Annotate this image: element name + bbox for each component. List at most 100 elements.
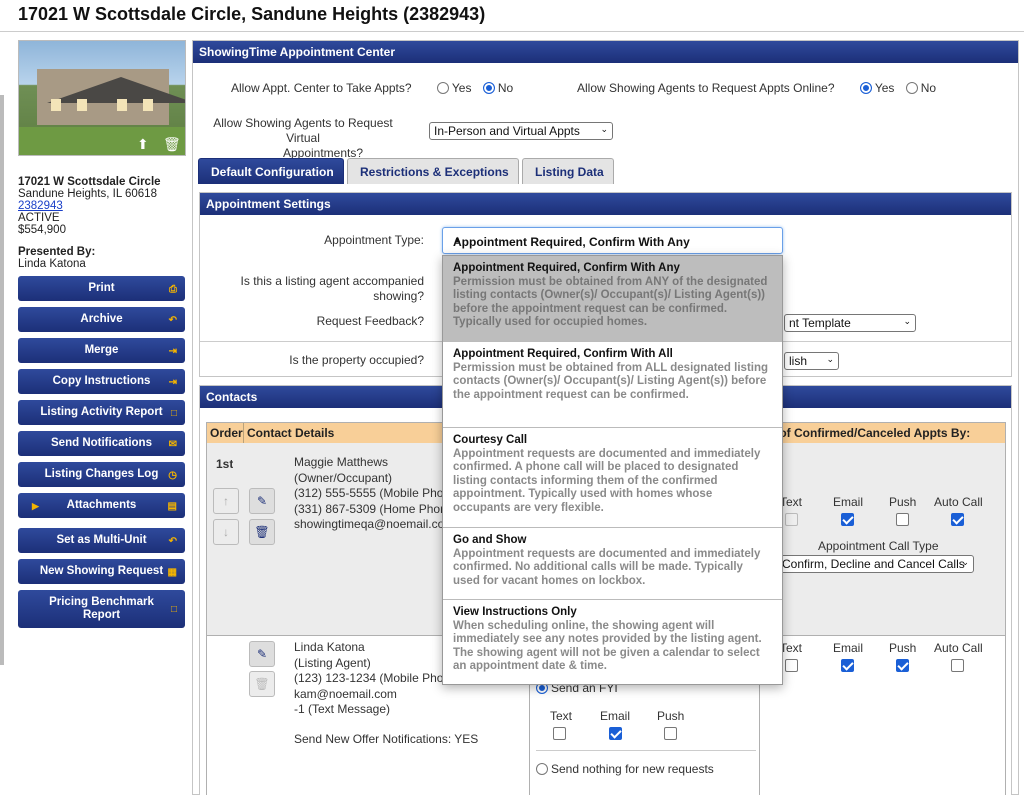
fyi-email-checkbox[interactable] (609, 727, 622, 740)
allow-center-row: Allow Appt. Center to Take Appts? Yes No (231, 81, 514, 95)
chevron-down-icon: ⌄ (961, 557, 969, 567)
window-edge (0, 95, 4, 665)
appointment-type-label: Appointment Type: (324, 233, 424, 247)
notify-email-checkbox[interactable] (841, 513, 854, 526)
move-down-button[interactable]: ↓ (213, 519, 239, 545)
option-view-instructions-only[interactable]: View Instructions Only When scheduling o… (443, 600, 782, 684)
trash-icon: 🗑 (254, 525, 270, 539)
presented-by: Presented By: Linda Katona (18, 246, 188, 270)
call-type-select[interactable]: Confirm, Decline and Cancel Calls ⌄ (777, 555, 974, 573)
arrow-right-icon: ⇥ (168, 345, 177, 357)
send-notifications-button[interactable]: Send Notifications ✉ (18, 431, 185, 456)
language-select[interactable]: lish ⌄ (784, 352, 839, 370)
contact-details-1: Maggie Matthews (Owner/Occupant) (312) 5… (294, 455, 444, 531)
fyi-text-checkbox[interactable] (553, 727, 566, 740)
allow-online-yes-radio[interactable] (859, 82, 872, 94)
feedback-template-select[interactable]: nt Template ⌄ (784, 314, 916, 332)
delete-contact-button[interactable]: 🗑 (249, 519, 275, 545)
copy-instructions-button[interactable]: Copy Instructions ⇥ (18, 369, 185, 394)
allow-center-yes-radio[interactable] (436, 82, 449, 94)
presented-by-name: Linda Katona (18, 258, 86, 270)
listing-street: 17021 W Scottsdale Circle (18, 176, 161, 188)
listing-photo[interactable]: ⬆ 🗑 (18, 40, 186, 156)
sidebar: ⬆ 🗑 17021 W Scottsdale Circle Sandune He… (18, 40, 188, 634)
listing-price: $554,900 (18, 224, 66, 236)
allow-online-row: Allow Showing Agents to Request Appts On… (577, 81, 937, 95)
virtual-appts-label: Allow Showing Agents to Request Virtual … (213, 116, 393, 160)
document-icon: □ (170, 407, 177, 419)
call-type-label: Appointment Call Type (818, 539, 939, 553)
col-notify: ify of Confirmed/Canceled Appts By: (759, 423, 1005, 443)
undo-icon: ↶ (168, 314, 177, 326)
appointment-center-header: ShowingTime Appointment Center (193, 41, 1018, 63)
chevron-down-icon: ⌄ (826, 354, 834, 364)
contact-order: 1st (216, 457, 234, 471)
folder-icon: ▤ (167, 500, 177, 512)
virtual-appts-select[interactable]: In-Person and Virtual Appts ⌄ (429, 122, 613, 140)
notify-autocall-checkbox[interactable] (951, 659, 964, 672)
page-title: 17021 W Scottsdale Circle, Sandune Heigh… (18, 4, 486, 24)
option-courtesy-call[interactable]: Courtesy Call Appointment requests are d… (443, 428, 782, 528)
presented-by-label: Presented By: (18, 246, 96, 258)
pencil-icon: ✎ (256, 494, 268, 508)
upload-icon[interactable]: ⬆ (137, 136, 149, 153)
new-showing-request-button[interactable]: New Showing Request ▦ (18, 559, 185, 584)
envelope-icon: ✉ (168, 438, 177, 450)
listing-id-link[interactable]: 2382943 (18, 200, 63, 212)
chevron-down-icon: ⌄ (600, 124, 608, 134)
option-confirm-with-any[interactable]: Appointment Required, Confirm With Any P… (443, 256, 782, 342)
attachments-button[interactable]: ▶ Attachments ▤ (18, 493, 185, 518)
house-image (37, 69, 185, 125)
tab-default-configuration[interactable]: Default Configuration (198, 158, 344, 184)
caret-right-icon: ▶ (32, 500, 39, 511)
pricing-benchmark-report-button[interactable]: Pricing Benchmark Report □ (18, 590, 185, 628)
appointment-settings-header: Appointment Settings (200, 193, 1011, 215)
col-order: Order (207, 423, 244, 443)
send-nothing-option: Send nothing for new requests (536, 762, 714, 776)
fyi-push-checkbox[interactable] (664, 727, 677, 740)
tab-listing-data[interactable]: Listing Data (522, 158, 614, 184)
delete-contact-button[interactable]: 🗑 (249, 671, 275, 697)
title-bar: 17021 W Scottsdale Circle, Sandune Heigh… (0, 0, 1024, 32)
notify-autocall-checkbox[interactable] (951, 513, 964, 526)
appointment-type-menu: Appointment Required, Confirm With Any P… (442, 255, 783, 685)
notify-push-checkbox[interactable] (896, 513, 909, 526)
listing-address: 17021 W Scottsdale Circle Sandune Height… (18, 176, 188, 236)
notify-email-checkbox[interactable] (841, 659, 854, 672)
edit-contact-button[interactable]: ✎ (249, 488, 275, 514)
option-go-and-show[interactable]: Go and Show Appointment requests are doc… (443, 528, 782, 600)
notify-push-checkbox[interactable] (896, 659, 909, 672)
accompanied-label: Is this a listing agent accompanied show… (240, 274, 424, 303)
pencil-icon: ✎ (256, 647, 268, 661)
listing-activity-report-button[interactable]: Listing Activity Report □ (18, 400, 185, 425)
clock-icon: ◷ (168, 469, 177, 481)
trash-icon: 🗑 (254, 677, 270, 691)
listing-changes-log-button[interactable]: Listing Changes Log ◷ (18, 462, 185, 487)
notify-text-checkbox[interactable] (785, 513, 798, 526)
move-up-button[interactable]: ↑ (213, 488, 239, 514)
listing-city: Sandune Heights, IL 60618 (18, 188, 157, 200)
chevron-down-icon: ⌄ (903, 316, 911, 326)
allow-online-no-radio[interactable] (905, 82, 918, 94)
request-feedback-label: Request Feedback? (316, 314, 424, 328)
option-confirm-with-all[interactable]: Appointment Required, Confirm With All P… (443, 342, 782, 428)
set-multi-unit-button[interactable]: Set as Multi-Unit ↶ (18, 528, 185, 553)
edit-contact-button[interactable]: ✎ (249, 641, 275, 667)
print-button[interactable]: Print ⎙ (18, 276, 185, 301)
trash-icon[interactable]: 🗑 (163, 136, 181, 153)
document-icon: □ (170, 604, 177, 615)
notify-text-checkbox[interactable] (785, 659, 798, 672)
appointment-type-select[interactable]: Appointment Required, Confirm With Any ▲ (442, 227, 783, 254)
property-occupied-label: Is the property occupied? (289, 353, 424, 367)
sidebar-buttons: Print ⎙ Archive ↶ Merge ⇥ Copy Instructions… (18, 276, 188, 628)
calendar-icon: ▦ (167, 566, 177, 578)
archive-button[interactable]: Archive ↶ (18, 307, 185, 332)
tab-restrictions-exceptions[interactable]: Restrictions & Exceptions (347, 158, 519, 184)
send-nothing-radio[interactable] (536, 763, 548, 775)
merge-button[interactable]: Merge ⇥ (18, 338, 185, 363)
caret-up-icon: ▲ (453, 234, 462, 244)
listing-status: ACTIVE (18, 212, 60, 224)
arrow-right-icon: ⇥ (168, 376, 177, 388)
allow-center-no-radio[interactable] (482, 82, 495, 94)
printer-icon: ⎙ (169, 283, 177, 295)
